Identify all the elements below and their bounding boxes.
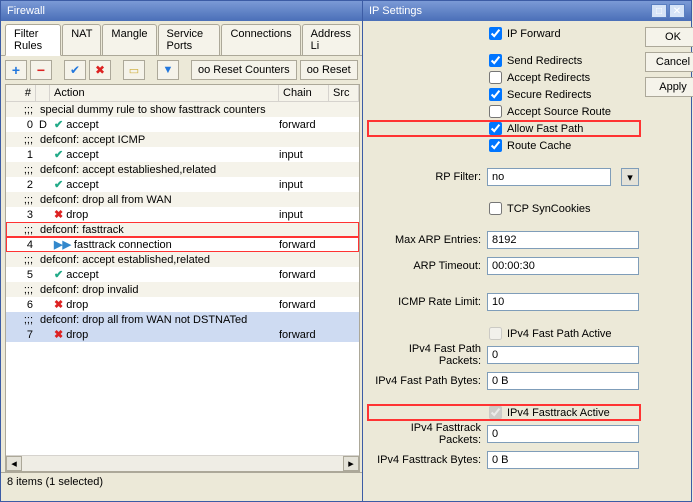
chk-allow-fast-path[interactable]: Allow Fast Path (369, 122, 639, 135)
tab-filter-rules[interactable]: Filter Rules (5, 24, 61, 56)
accept-icon: ✔ (54, 148, 63, 161)
table-row[interactable]: ;;;defconf: drop invalid (6, 282, 359, 297)
table-row[interactable]: ;;;defconf: accept established,related (6, 252, 359, 267)
chk-secure-redirects[interactable]: Secure Redirects (369, 88, 639, 101)
table-row[interactable]: 3 ✖drop input (6, 207, 359, 222)
table-row[interactable]: ;;;defconf: accept ICMP (6, 132, 359, 147)
chk-accept-redirects[interactable]: Accept Redirects (369, 71, 639, 84)
chk-send-redirects[interactable]: Send Redirects (369, 54, 639, 67)
field-rp-filter: RP Filter: no▾ (369, 166, 639, 188)
ft-packets-value: 0 (487, 425, 639, 443)
fp-bytes-value: 0 B (487, 372, 639, 390)
col-src[interactable]: Src (329, 85, 359, 101)
cancel-button[interactable]: Cancel (645, 52, 693, 72)
tab-address-lists[interactable]: Address Li (302, 24, 360, 55)
reset-counters-button[interactable]: ooReset Counters (191, 60, 297, 80)
firewall-tabs: Filter Rules NAT Mangle Service Ports Co… (1, 21, 364, 55)
drop-icon: ✖ (54, 208, 63, 221)
table-row[interactable]: 0 D ✔accept forward (6, 117, 359, 132)
fp-packets-value: 0 (487, 346, 639, 364)
tab-service-ports[interactable]: Service Ports (158, 24, 221, 55)
tab-connections[interactable]: Connections (221, 24, 300, 55)
col-chain[interactable]: Chain (279, 85, 329, 101)
checkbox-icon[interactable] (489, 27, 502, 40)
chk-tcp-syncookies[interactable]: TCP SynCookies (369, 202, 639, 215)
filter-button[interactable]: ▼ (157, 60, 179, 80)
plus-icon: + (12, 62, 20, 78)
chk-route-cache[interactable]: Route Cache (369, 139, 639, 152)
table-row[interactable]: 6 ✖drop forward (6, 297, 359, 312)
chk-ip-forward[interactable]: IP Forward (369, 27, 639, 40)
remove-button[interactable]: − (30, 60, 52, 80)
table-row[interactable]: ;;;defconf: drop all from WAN (6, 192, 359, 207)
chk-fasttrack-active: IPv4 Fasttrack Active (369, 406, 639, 419)
ip-settings-titlebar: IP Settings □ ✕ (363, 1, 691, 21)
table-row[interactable]: ;;;defconf: accept establieshed,related (6, 162, 359, 177)
firewall-window: Firewall Filter Rules NAT Mangle Service… (0, 0, 365, 502)
table-row[interactable]: 5 ✔accept forward (6, 267, 359, 282)
scroll-right-icon[interactable]: ▸ (343, 456, 359, 471)
tab-mangle[interactable]: Mangle (102, 24, 156, 55)
apply-button[interactable]: Apply (645, 77, 693, 97)
ip-settings-window: IP Settings □ ✕ IP Forward Send Redirect… (362, 0, 692, 502)
status-bar: 8 items (1 selected) (1, 472, 364, 491)
table-row[interactable]: 1 ✔accept input (6, 147, 359, 162)
minus-icon: − (37, 62, 45, 78)
field-icmp-rate: ICMP Rate Limit: (369, 291, 639, 313)
rules-table: # Action Chain Src ;;;special dummy rule… (5, 84, 360, 472)
field-max-arp: Max ARP Entries: (369, 229, 639, 251)
firewall-toolbar: + − ✔ ✖ ▭ ▼ ooReset Counters ooReset (1, 55, 364, 84)
rp-filter-select[interactable]: no (487, 168, 611, 186)
table-row[interactable]: 7 ✖drop forward (6, 327, 359, 342)
col-action[interactable]: Action (50, 85, 279, 101)
field-arp-timeout: ARP Timeout: (369, 255, 639, 277)
col-number[interactable]: # (6, 85, 36, 101)
accept-icon: ✔ (54, 118, 63, 131)
table-row[interactable]: ;;;defconf: drop all from WAN not DSTNAT… (6, 312, 359, 327)
field-ft-packets: IPv4 Fasttrack Packets: 0 (369, 423, 639, 445)
add-button[interactable]: + (5, 60, 27, 80)
enable-button[interactable]: ✔ (64, 60, 86, 80)
close-button[interactable]: ✕ (669, 4, 685, 18)
table-row[interactable]: ;;;defconf: fasttrack (6, 222, 359, 237)
comment-icon: ▭ (129, 64, 139, 77)
icmp-rate-input[interactable] (487, 293, 639, 311)
reset-all-counters-button[interactable]: ooReset (300, 60, 358, 80)
drop-icon: ✖ (54, 298, 63, 311)
scroll-left-icon[interactable]: ◂ (6, 456, 22, 471)
accept-icon: ✔ (54, 268, 63, 281)
firewall-title: Firewall (7, 5, 45, 17)
table-row[interactable]: 2 ✔accept input (6, 177, 359, 192)
check-icon: ✔ (70, 63, 80, 77)
disable-button[interactable]: ✖ (89, 60, 111, 80)
arp-timeout-input[interactable] (487, 257, 639, 275)
help-button[interactable]: □ (651, 4, 667, 18)
field-fp-packets: IPv4 Fast Path Packets: 0 (369, 344, 639, 366)
field-ft-bytes: IPv4 Fasttrack Bytes: 0 B (369, 449, 639, 471)
funnel-icon: ▼ (163, 64, 174, 76)
ft-bytes-value: 0 B (487, 451, 639, 469)
accept-icon: ✔ (54, 178, 63, 191)
drop-icon: ✖ (54, 328, 63, 341)
h-scrollbar[interactable]: ◂ ▸ (6, 455, 359, 471)
table-header: # Action Chain Src (6, 85, 359, 102)
chk-accept-source-route[interactable]: Accept Source Route (369, 105, 639, 118)
ip-settings-title: IP Settings (369, 5, 422, 17)
ip-settings-body: IP Forward Send Redirects Accept Redirec… (363, 21, 691, 501)
comment-button[interactable]: ▭ (123, 60, 145, 80)
table-row[interactable]: 4 ▶▶fasttrack connection forward (6, 237, 359, 252)
firewall-titlebar: Firewall (1, 1, 364, 21)
fasttrack-icon: ▶▶ (54, 238, 71, 251)
max-arp-input[interactable] (487, 231, 639, 249)
dropdown-icon[interactable]: ▾ (621, 168, 639, 186)
chk-fast-path-active: IPv4 Fast Path Active (369, 327, 639, 340)
field-fp-bytes: IPv4 Fast Path Bytes: 0 B (369, 370, 639, 392)
ok-button[interactable]: OK (645, 27, 693, 47)
table-row[interactable]: ;;;special dummy rule to show fasttrack … (6, 102, 359, 117)
tab-nat[interactable]: NAT (62, 24, 101, 55)
cross-icon: ✖ (95, 63, 105, 77)
